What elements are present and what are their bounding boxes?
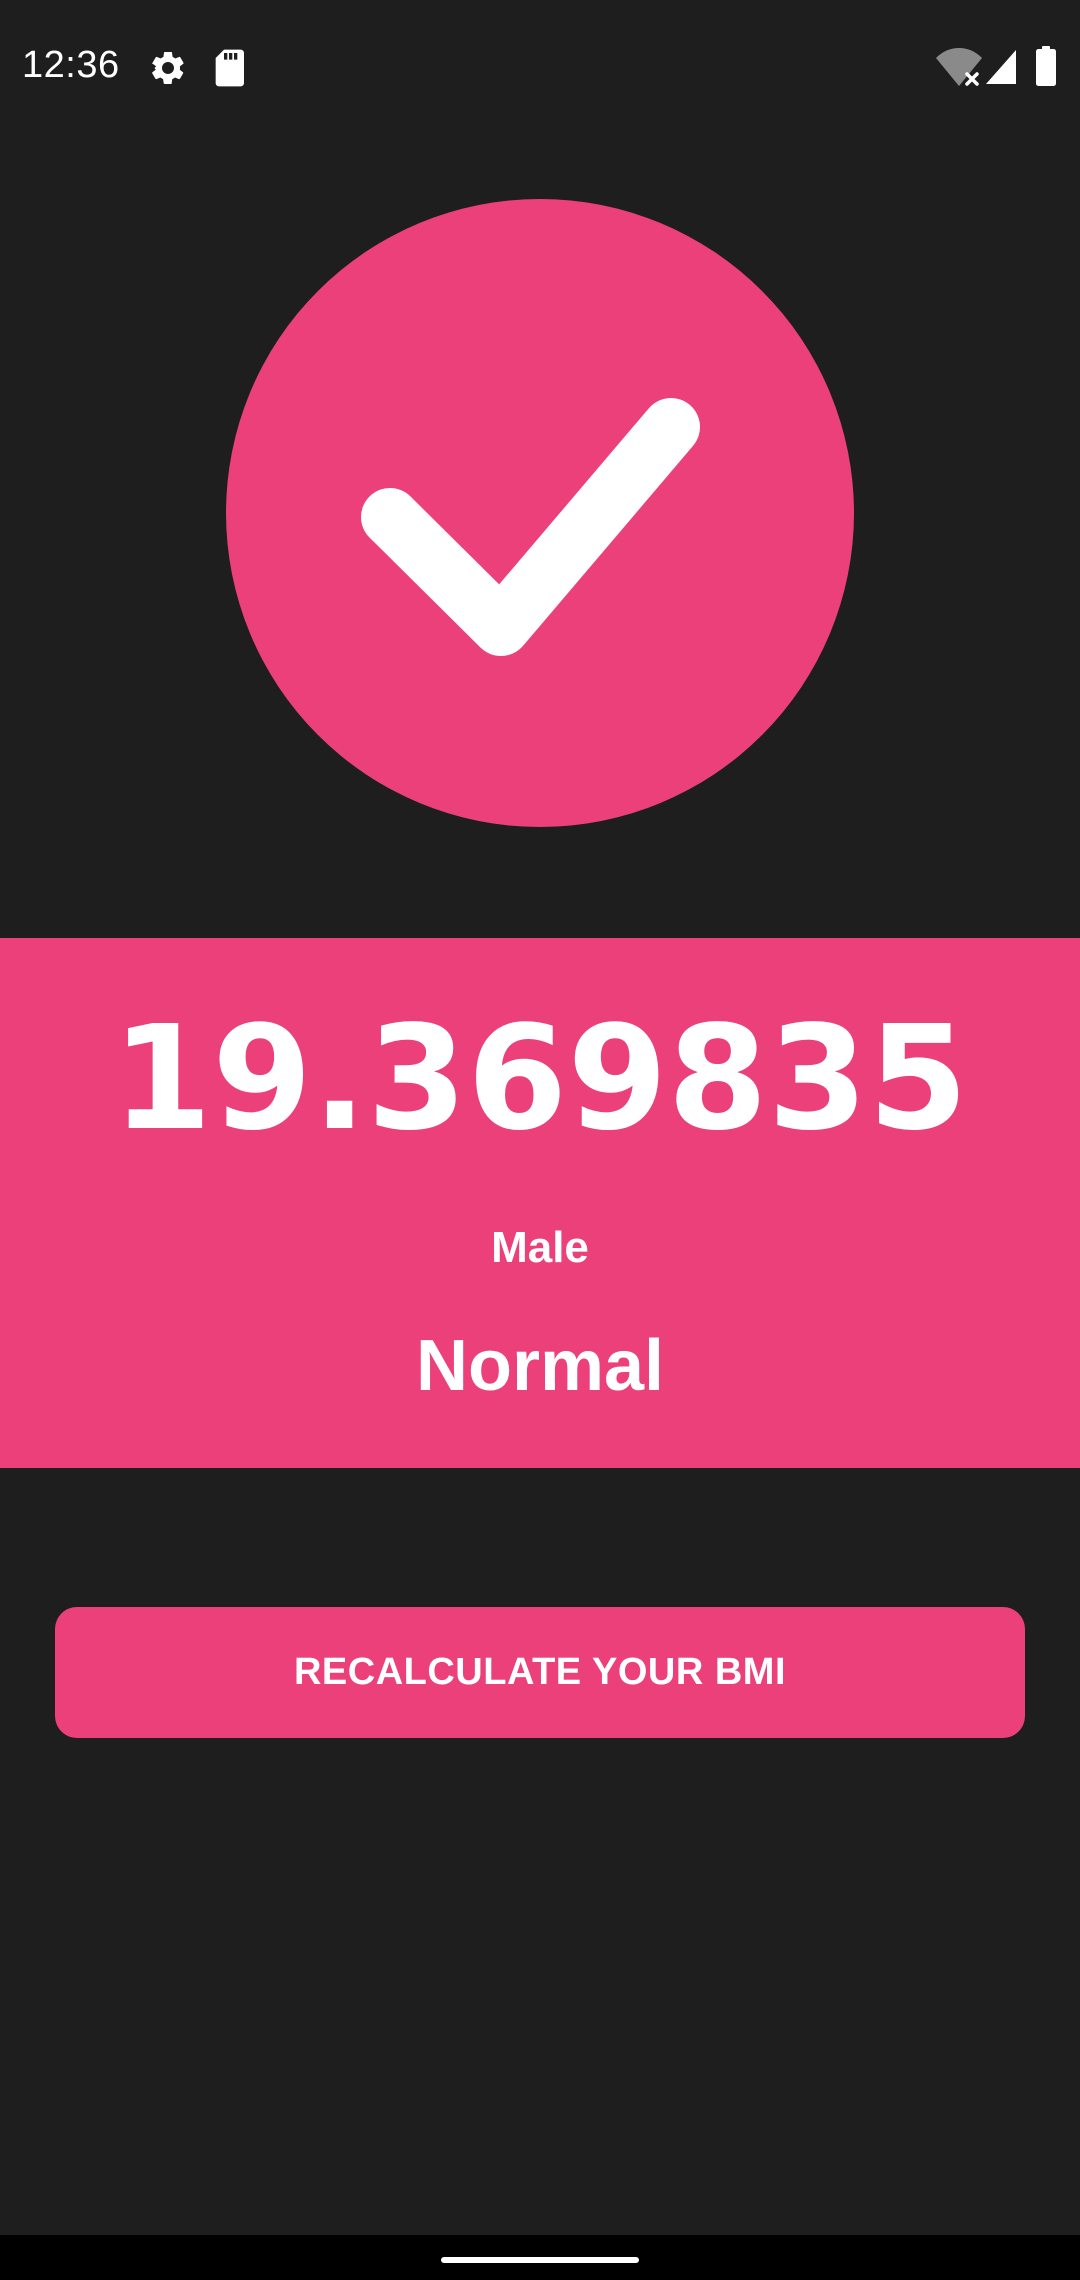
bmi-value: 19.369835	[111, 994, 969, 1162]
battery-icon	[1036, 46, 1056, 86]
result-panel: 19.369835 Male Normal	[0, 938, 1080, 1468]
cell-signal-icon	[986, 50, 1016, 84]
recalculate-button[interactable]: RECALCULATE YOUR BMI	[55, 1607, 1025, 1738]
navigation-bar	[0, 2235, 1080, 2280]
bmi-result-screen: 12:36 19.369835 Male Normal RECALCULATE …	[0, 0, 1080, 2280]
status-circle	[226, 199, 854, 827]
home-indicator[interactable]	[441, 2257, 639, 2263]
gear-icon	[151, 51, 184, 84]
status-time: 12:36	[22, 44, 120, 86]
bmi-category: Normal	[415, 1326, 665, 1406]
sd-card-icon	[215, 49, 244, 87]
gender-label: Male	[491, 1223, 589, 1272]
wifi-off-icon	[936, 48, 982, 86]
status-bar: 12:36	[0, 0, 1080, 136]
check-icon	[361, 398, 700, 656]
